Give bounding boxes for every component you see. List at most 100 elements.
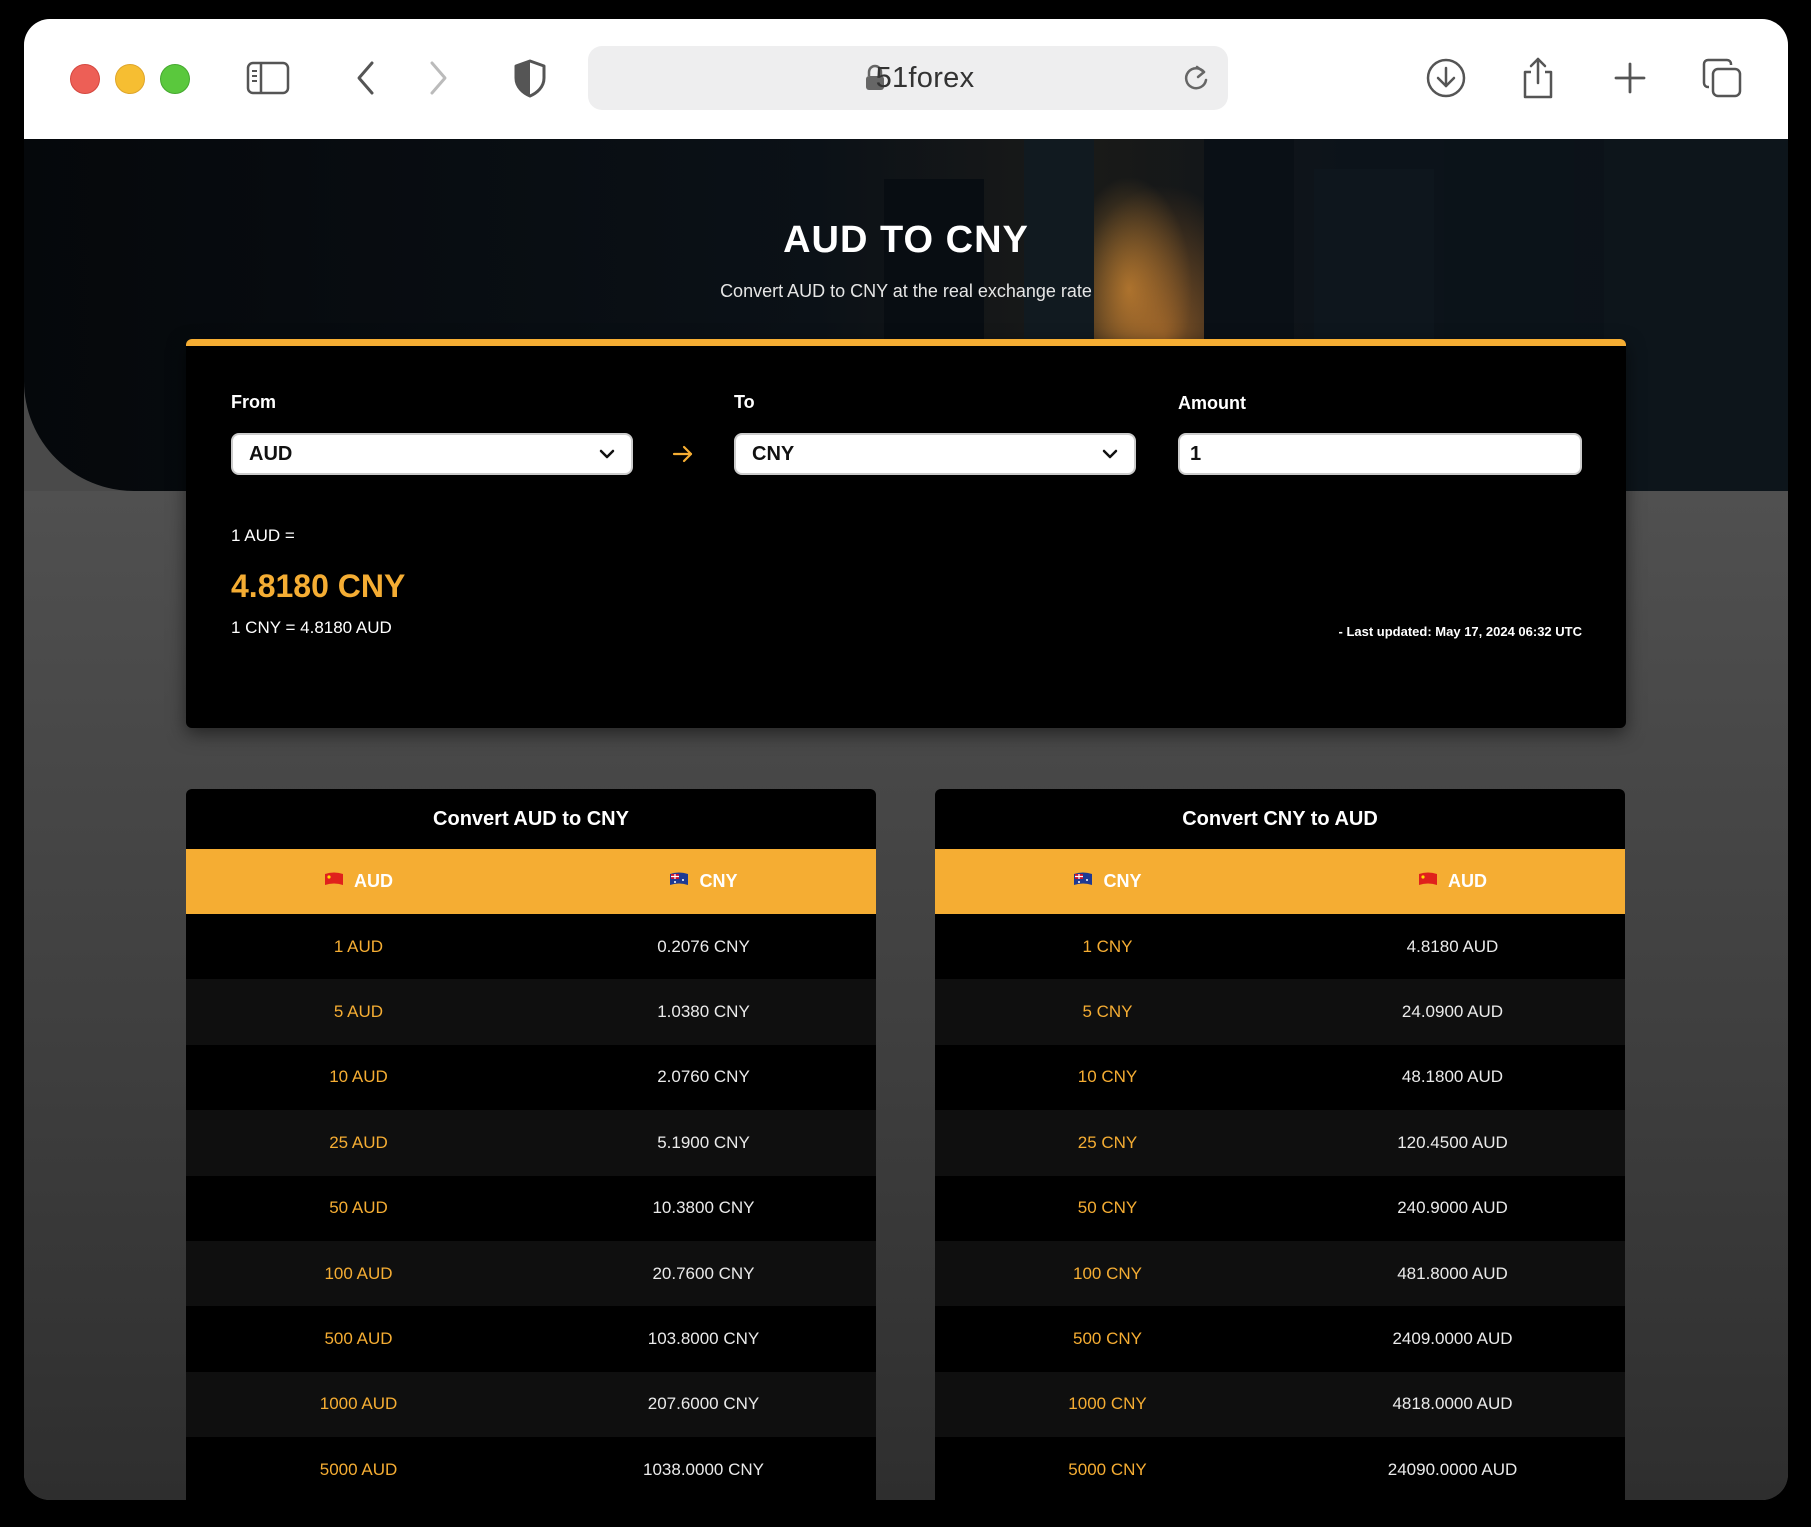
result-cell: 207.6000 CNY [647, 1394, 760, 1414]
from-currency-value: AUD [249, 443, 293, 465]
table-row: 100 CNY 481.8000 AUD [935, 1240, 1625, 1307]
table-row: 10 AUD 2.0760 CNY [186, 1044, 876, 1111]
china-flag-icon [1418, 871, 1438, 892]
equation-prefix: 1 AUD = [231, 526, 295, 545]
table-row: 5 AUD 1.0380 CNY [186, 979, 876, 1045]
amount-cell[interactable]: 1 CNY [935, 914, 1280, 979]
table-row: 25 AUD 5.1900 CNY [186, 1110, 876, 1176]
table-row: 25 CNY 120.4500 AUD [935, 1110, 1625, 1176]
amount-input[interactable] [1178, 433, 1582, 475]
amount-cell[interactable]: 500 AUD [186, 1306, 531, 1371]
result-cell: 103.8000 CNY [647, 1329, 760, 1349]
table-row: 5000 CNY 24090.0000 AUD [935, 1437, 1625, 1500]
result-cell: 4.8180 AUD [1406, 936, 1499, 956]
url-text: 51forex [875, 62, 975, 94]
forward-arrow-icon[interactable] [414, 57, 462, 99]
tab-overview-icon[interactable] [1698, 57, 1746, 99]
browser-toolbar: 51forex [24, 19, 1788, 139]
table-row: 50 AUD 10.3800 CNY [186, 1175, 876, 1241]
amount-cell[interactable]: 5000 CNY [935, 1437, 1280, 1500]
address-bar[interactable]: 51forex [588, 46, 1228, 110]
from-label: From [231, 392, 276, 412]
column-header: CNY [935, 849, 1280, 914]
page-title: AUD TO CNY [783, 219, 1029, 261]
reload-icon[interactable] [1182, 63, 1210, 98]
conversion-result: 4.8180 CNY [231, 568, 406, 604]
aud-to-cny-table: Convert AUD to CNY AUD CNY 1 AUD 0.2076 C… [186, 789, 876, 1500]
table-body: 1 CNY 4.8180 AUD 5 CNY 24.0900 AUD 10 CNY 4… [935, 914, 1625, 1500]
amount-cell[interactable]: 1000 CNY [935, 1372, 1280, 1437]
table-row: 1000 AUD 207.6000 CNY [186, 1371, 876, 1438]
column-header: AUD [1280, 849, 1625, 914]
chevron-down-icon [1100, 444, 1120, 469]
column-header-label: CNY [1103, 871, 1142, 891]
amount-cell[interactable]: 10 AUD [186, 1045, 531, 1110]
result-cell: 481.8000 AUD [1397, 1263, 1508, 1283]
table-title: Convert AUD to CNY [433, 808, 629, 830]
minimize-window-button[interactable] [115, 64, 145, 94]
result-cell: 20.7600 CNY [652, 1263, 755, 1283]
sidebar-toggle-icon[interactable] [244, 57, 292, 99]
inverse-rate: 1 CNY = 4.8180 AUD [231, 618, 392, 637]
arrow-right-icon [671, 443, 695, 470]
downloads-icon[interactable] [1422, 57, 1470, 99]
table-row: 5 CNY 24.0900 AUD [935, 979, 1625, 1045]
table-row: 1 CNY 4.8180 AUD [935, 914, 1625, 980]
column-header-label: CNY [699, 871, 738, 891]
zoom-window-button[interactable] [160, 64, 190, 94]
result-cell: 2409.0000 AUD [1392, 1329, 1513, 1349]
table-row: 1000 CNY 4818.0000 AUD [935, 1371, 1625, 1438]
new-tab-plus-icon[interactable] [1606, 57, 1654, 99]
amount-cell[interactable]: 5000 AUD [186, 1437, 531, 1500]
amount-cell[interactable]: 50 CNY [935, 1176, 1280, 1241]
to-label: To [734, 392, 755, 412]
result-cell: 5.1900 CNY [657, 1132, 750, 1152]
table-title: Convert CNY to AUD [1182, 808, 1378, 830]
chevron-down-icon [597, 444, 617, 469]
column-header: AUD [186, 849, 531, 914]
share-icon[interactable] [1514, 57, 1562, 99]
result-cell: 240.9000 AUD [1397, 1198, 1508, 1218]
amount-cell[interactable]: 25 AUD [186, 1110, 531, 1175]
result-cell: 1038.0000 CNY [643, 1459, 764, 1479]
amount-cell[interactable]: 25 CNY [935, 1110, 1280, 1175]
table-header: AUD CNY [186, 849, 876, 914]
to-currency-value: CNY [752, 443, 795, 465]
browser-window: 51forex AUD TO CNY Convert AUD to CNY at… [24, 19, 1788, 1500]
privacy-shield-icon[interactable] [506, 57, 554, 99]
to-currency-select[interactable]: CNY [734, 433, 1136, 475]
amount-cell[interactable]: 1000 AUD [186, 1372, 531, 1437]
result-cell: 4818.0000 AUD [1392, 1394, 1513, 1414]
amount-cell[interactable]: 10 CNY [935, 1045, 1280, 1110]
amount-cell[interactable]: 500 CNY [935, 1306, 1280, 1371]
amount-cell[interactable]: 5 AUD [186, 979, 531, 1044]
australia-flag-icon [1073, 871, 1093, 892]
table-row: 50 CNY 240.9000 AUD [935, 1175, 1625, 1241]
result-cell: 24090.0000 AUD [1387, 1459, 1518, 1479]
amount-cell[interactable]: 100 AUD [186, 1241, 531, 1306]
close-window-button[interactable] [70, 64, 100, 94]
from-currency-select[interactable]: AUD [231, 433, 633, 475]
result-cell: 48.1800 AUD [1401, 1067, 1504, 1087]
converter-card: From AUD To CNY Amount 1 AUD = 4.8180 CN… [186, 339, 1626, 728]
page-subtitle: Convert AUD to CNY at the real exchange … [720, 281, 1092, 301]
result-cell: 120.4500 AUD [1397, 1132, 1508, 1152]
result-cell: 1.0380 CNY [657, 1002, 750, 1022]
table-row: 1 AUD 0.2076 CNY [186, 914, 876, 980]
china-flag-icon [324, 871, 344, 892]
column-header-label: AUD [1448, 871, 1487, 891]
back-arrow-icon[interactable] [342, 57, 390, 99]
amount-cell[interactable]: 50 AUD [186, 1176, 531, 1241]
amount-cell[interactable]: 1 AUD [186, 914, 531, 979]
amount-label: Amount [1178, 393, 1246, 413]
last-updated: - Last updated: May 17, 2024 06:32 UTC [1338, 624, 1582, 639]
cny-to-aud-table: Convert CNY to AUD CNY AUD 1 CNY 4.8180 A… [935, 789, 1625, 1500]
amount-cell[interactable]: 5 CNY [935, 979, 1280, 1044]
table-header: CNY AUD [935, 849, 1625, 914]
amount-cell[interactable]: 100 CNY [935, 1241, 1280, 1306]
table-row: 10 CNY 48.1800 AUD [935, 1044, 1625, 1111]
column-header-label: AUD [354, 871, 393, 891]
table-row: 5000 AUD 1038.0000 CNY [186, 1437, 876, 1500]
result-cell: 10.3800 CNY [652, 1198, 755, 1218]
result-cell: 2.0760 CNY [657, 1067, 750, 1087]
